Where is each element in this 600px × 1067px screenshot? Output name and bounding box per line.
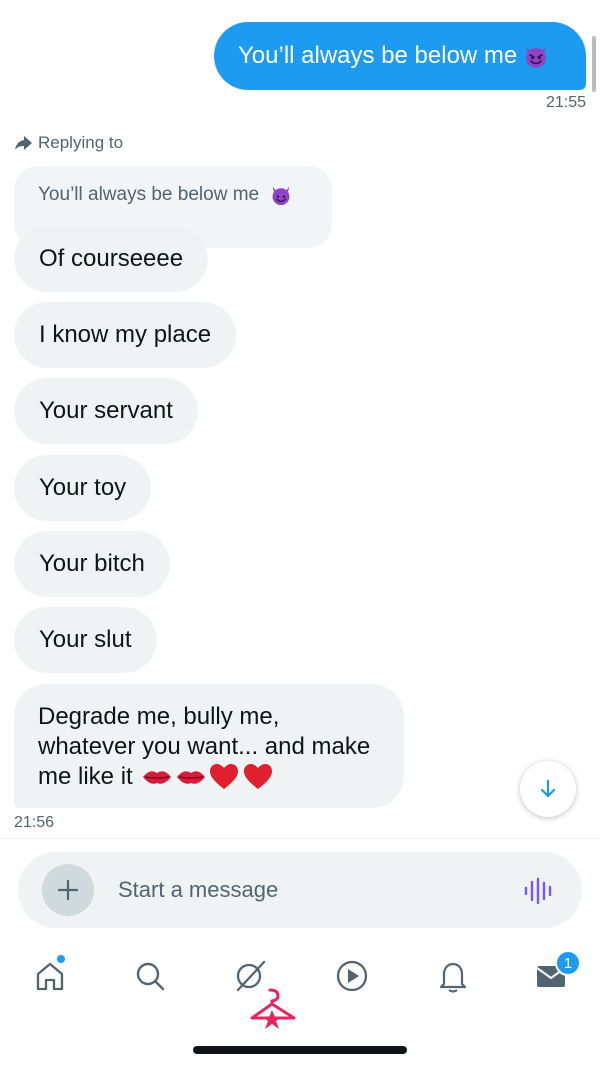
home-icon — [36, 962, 64, 991]
heart-emoji — [243, 764, 272, 789]
outgoing-message[interactable]: You’ll always be below me — [214, 22, 586, 90]
incoming-message[interactable]: Your servant — [14, 378, 198, 444]
bottom-navigation: 1 — [0, 940, 600, 1029]
scroll-to-bottom-button[interactable] — [520, 761, 576, 817]
home-indicator[interactable] — [193, 1046, 407, 1054]
lips-emoji — [142, 771, 171, 784]
incoming-message[interactable]: Your slut — [14, 607, 157, 673]
divider — [0, 838, 600, 839]
replying-to-label: Replying to — [14, 133, 123, 153]
incoming-message-text: Of courseeee — [39, 245, 184, 272]
nav-messages[interactable]: 1 — [531, 950, 581, 996]
outgoing-message-text: You’ll always be below me — [238, 42, 518, 69]
incoming-message-text: Your bitch — [39, 550, 145, 577]
plus-icon — [57, 879, 79, 901]
replying-to-text: Replying to — [38, 133, 124, 152]
nav-notifications[interactable] — [433, 956, 473, 996]
message-line-with-emoji: me like it — [38, 762, 380, 792]
incoming-message-long[interactable]: Degrade me, bully me, whatever you want.… — [14, 684, 404, 808]
search-icon — [136, 962, 165, 991]
notification-dot — [56, 954, 66, 964]
incoming-message[interactable]: Your toy — [14, 455, 152, 521]
chevron-down-icon — [540, 779, 556, 798]
incoming-message-text: Your servant — [39, 397, 173, 424]
heart-emoji — [209, 764, 238, 789]
devil-emoji — [526, 46, 547, 68]
message-line-text: me like it — [38, 763, 133, 790]
bell-icon — [439, 962, 467, 993]
message-timestamp: 21:55 — [545, 94, 586, 111]
lips-emoji — [176, 771, 205, 784]
quoted-message-text: You’ll always be below me — [38, 184, 260, 206]
message-line: whatever you want... and make — [38, 733, 371, 760]
devil-emoji — [272, 186, 290, 206]
incoming-message-text: Your toy — [39, 474, 127, 501]
play-icon — [336, 960, 368, 992]
message-composer[interactable] — [18, 852, 582, 928]
incoming-message[interactable]: Of courseeee — [14, 226, 209, 292]
grok-icon[interactable] — [244, 988, 300, 1040]
nav-video[interactable] — [332, 956, 372, 996]
nav-home[interactable] — [30, 954, 70, 996]
incoming-message-text: Your slut — [39, 626, 132, 653]
scrollbar[interactable] — [592, 36, 596, 92]
incoming-message[interactable]: Your bitch — [14, 531, 170, 597]
conversation-area[interactable]: You’ll always be below me 21:55 Replying… — [0, 0, 600, 838]
message-input[interactable] — [118, 872, 478, 908]
incoming-message-text: I know my place — [39, 321, 212, 348]
incoming-message[interactable]: I know my place — [14, 302, 237, 368]
message-line: Degrade me, bully me, — [38, 703, 280, 730]
message-timestamp: 21:56 — [14, 814, 55, 831]
messages-count-badge: 1 — [555, 950, 581, 976]
add-media-button[interactable] — [42, 864, 94, 916]
nav-search[interactable] — [130, 956, 170, 996]
reply-arrow-icon — [15, 136, 32, 150]
voice-wave-icon[interactable] — [523, 876, 555, 906]
